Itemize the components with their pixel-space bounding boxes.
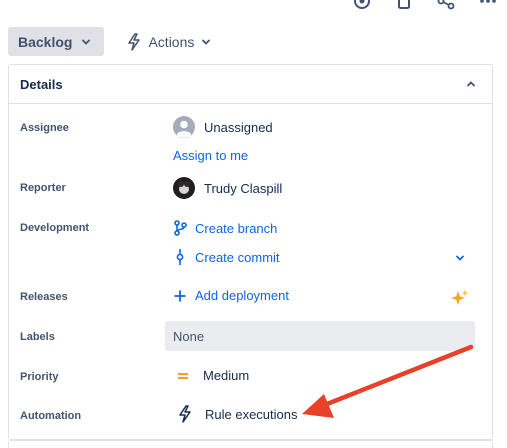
branch-icon	[173, 220, 187, 236]
top-actions	[353, 0, 497, 10]
priority-medium-icon	[177, 371, 189, 381]
rule-executions-label: Rule executions	[205, 406, 298, 422]
sparkle-icon[interactable]	[450, 288, 470, 308]
labels-input[interactable]: None	[165, 321, 475, 351]
reporter-field[interactable]: Trudy Claspill	[173, 177, 282, 199]
chevron-down-icon	[80, 36, 92, 48]
priority-field[interactable]: Medium	[177, 368, 249, 383]
assignee-value: Unassigned	[204, 119, 273, 135]
chevron-down-icon[interactable]	[451, 249, 469, 267]
more-icon[interactable]	[479, 0, 497, 10]
copy-icon[interactable]	[395, 0, 413, 10]
labels-label: Labels	[20, 331, 55, 343]
reporter-value: Trudy Claspill	[204, 180, 283, 196]
assignee-field[interactable]: Unassigned	[173, 116, 273, 138]
share-icon[interactable]	[437, 0, 455, 10]
details-title: Details	[20, 76, 63, 92]
assignee-label: Assignee	[20, 122, 69, 134]
status-label: Backlog	[18, 33, 73, 50]
details-panel: Details Assignee Unassigned Assign to me…	[8, 64, 493, 440]
next-panel-edge	[8, 440, 493, 448]
chevron-down-icon	[200, 36, 212, 48]
automation-label: Automation	[20, 410, 82, 422]
create-commit-label: Create commit	[195, 249, 280, 265]
development-label: Development	[20, 222, 90, 234]
plus-icon	[173, 289, 187, 303]
actions-dropdown-button[interactable]: Actions	[118, 27, 220, 56]
rule-executions-link[interactable]: Rule executions	[177, 405, 298, 423]
lightning-icon	[126, 32, 142, 51]
avatar	[173, 116, 195, 138]
priority-value: Medium	[203, 368, 250, 383]
create-branch-label: Create branch	[195, 220, 278, 236]
reporter-label: Reporter	[20, 182, 66, 194]
actions-label: Actions	[148, 33, 195, 50]
add-deployment-link[interactable]: Add deployment	[173, 288, 289, 303]
chevron-up-icon[interactable]	[462, 75, 480, 93]
add-deployment-label: Add deployment	[195, 288, 289, 303]
priority-label: Priority	[20, 371, 59, 383]
watch-icon[interactable]	[353, 0, 371, 10]
create-branch-link[interactable]: Create branch	[173, 220, 277, 236]
commit-icon	[173, 249, 187, 265]
details-header[interactable]: Details	[9, 65, 492, 104]
issue-toolbar: Backlog Actions	[8, 27, 220, 56]
lightning-icon	[177, 405, 193, 423]
assign-to-me-link[interactable]: Assign to me	[173, 148, 248, 163]
create-commit-link[interactable]: Create commit	[173, 249, 280, 265]
avatar	[173, 177, 195, 199]
releases-label: Releases	[20, 291, 68, 303]
status-dropdown-button[interactable]: Backlog	[8, 27, 105, 56]
